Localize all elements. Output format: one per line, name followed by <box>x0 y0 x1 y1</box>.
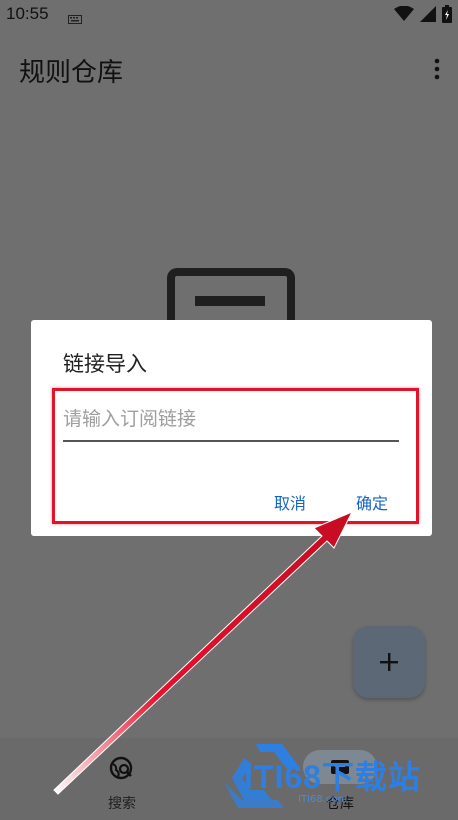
keyboard-icon <box>68 9 82 28</box>
signal-icon <box>420 6 436 26</box>
app-bar: 规则仓库 <box>0 30 458 106</box>
add-button[interactable] <box>353 626 425 698</box>
annotation-highlight-box <box>52 388 419 524</box>
nav-item-repository[interactable]: 仓库 <box>280 738 400 820</box>
nav-item-search[interactable]: 搜索 <box>62 738 182 820</box>
repository-icon <box>330 759 350 779</box>
more-options-icon[interactable] <box>432 58 442 80</box>
nav-label-repository: 仓库 <box>326 796 354 812</box>
plus-icon <box>380 653 398 671</box>
page-title: 规则仓库 <box>19 58 124 88</box>
battery-icon <box>442 5 452 27</box>
status-bar: 10:55 <box>0 0 458 30</box>
bottom-navigation: 搜索 仓库 <box>0 738 458 820</box>
nav-label-search: 搜索 <box>108 796 136 812</box>
empty-repository-icon <box>167 268 295 324</box>
search-globe-icon <box>109 756 135 786</box>
wifi-icon <box>394 5 414 26</box>
dialog-title: 链接导入 <box>63 352 147 376</box>
status-time: 10:55 <box>6 4 49 23</box>
